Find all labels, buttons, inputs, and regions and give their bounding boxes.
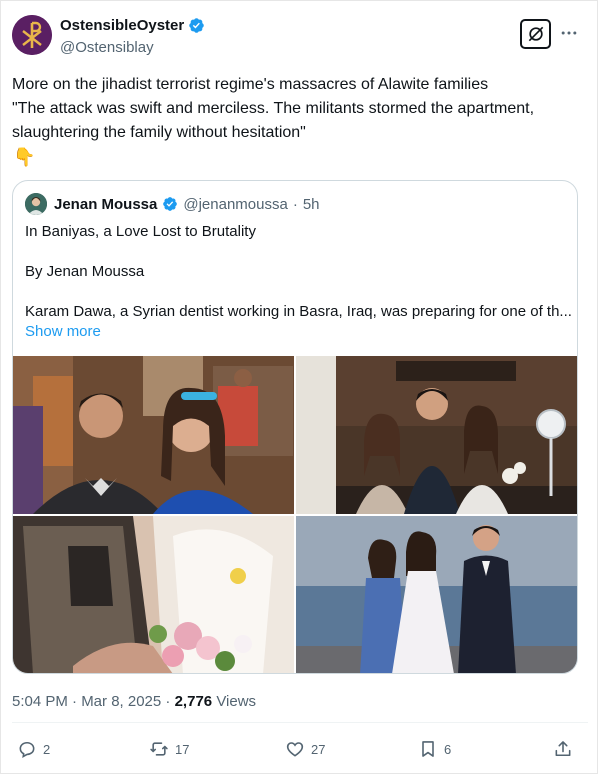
more-options-button[interactable] xyxy=(558,23,580,43)
views-count: 2,776 xyxy=(174,693,213,710)
like-count: 27 xyxy=(311,741,326,757)
author-display-name[interactable]: OstensibleOyster xyxy=(60,17,184,34)
post-timestamp[interactable]: 5:04 PM · Mar 8, 2025 xyxy=(12,693,161,710)
repost-icon xyxy=(150,742,168,756)
reply-count: 2 xyxy=(43,741,51,757)
quoted-post-excerpt: Karam Dawa, a Syrian dentist working in … xyxy=(25,303,572,320)
views-label: Views xyxy=(216,693,257,710)
show-more-link[interactable]: Show more xyxy=(25,323,101,340)
verified-badge-icon[interactable] xyxy=(188,17,205,34)
meta-separator: · xyxy=(161,693,175,710)
grok-icon xyxy=(528,26,543,42)
heart-icon xyxy=(286,742,304,757)
quoted-post-header: Jenan Moussa @jenanmoussa · 5h xyxy=(25,193,320,215)
quoted-post-card[interactable]: Jenan Moussa @jenanmoussa · 5h In Baniya… xyxy=(12,180,578,674)
photo-bouquet-close-up[interactable] xyxy=(13,516,294,673)
chi-rho-icon xyxy=(12,15,52,55)
quoted-post-title: In Baniyas, a Love Lost to Brutality xyxy=(25,223,256,240)
quoted-post-byline: By Jenan Moussa xyxy=(25,263,145,280)
quoted-author-avatar[interactable] xyxy=(25,193,47,215)
share-icon xyxy=(555,741,571,757)
repost-count: 17 xyxy=(175,741,190,757)
divider xyxy=(12,722,588,723)
post-text-line: "The attack was swift and merciless. The… xyxy=(12,100,535,117)
grok-button[interactable] xyxy=(520,19,551,49)
reply-icon xyxy=(19,741,35,758)
post-text-line: More on the jihadist terrorist regime's … xyxy=(12,76,489,93)
photo-group-restaurant[interactable] xyxy=(296,356,577,514)
author-avatar[interactable] xyxy=(12,15,52,55)
separator-dot: · xyxy=(292,195,298,213)
post-text: More on the jihadist terrorist regime's … xyxy=(12,73,590,145)
ellipsis-icon xyxy=(561,31,577,35)
pointing-down-emoji: 👇 xyxy=(13,147,36,167)
like-button[interactable]: 27 xyxy=(285,739,325,759)
quoted-author-display-name: Jenan Moussa xyxy=(54,195,158,213)
quoted-author-handle: @jenanmoussa xyxy=(183,195,288,213)
quoted-post-time: 5h xyxy=(302,195,320,213)
bookmark-button[interactable]: 6 xyxy=(418,739,451,759)
bookmark-count: 6 xyxy=(444,741,452,757)
photo-grid xyxy=(13,356,577,673)
post-meta: 5:04 PM · Mar 8, 2025 · 2,776 Views xyxy=(12,693,256,710)
photo-wedding-group[interactable] xyxy=(296,516,577,673)
reply-button[interactable]: 2 xyxy=(17,739,50,759)
share-button[interactable] xyxy=(553,739,573,759)
author-name-row: OstensibleOyster xyxy=(60,17,205,34)
bookmark-icon xyxy=(422,741,434,757)
verified-badge-icon xyxy=(162,196,178,212)
author-handle[interactable]: @Ostensiblay xyxy=(60,39,154,56)
photo-couple-selfie[interactable] xyxy=(13,356,294,514)
repost-button[interactable]: 17 xyxy=(149,739,189,759)
post-text-line: slaughtering the family without hesitati… xyxy=(12,124,306,141)
post-container: OstensibleOyster @Ostensiblay More on th… xyxy=(0,0,598,774)
